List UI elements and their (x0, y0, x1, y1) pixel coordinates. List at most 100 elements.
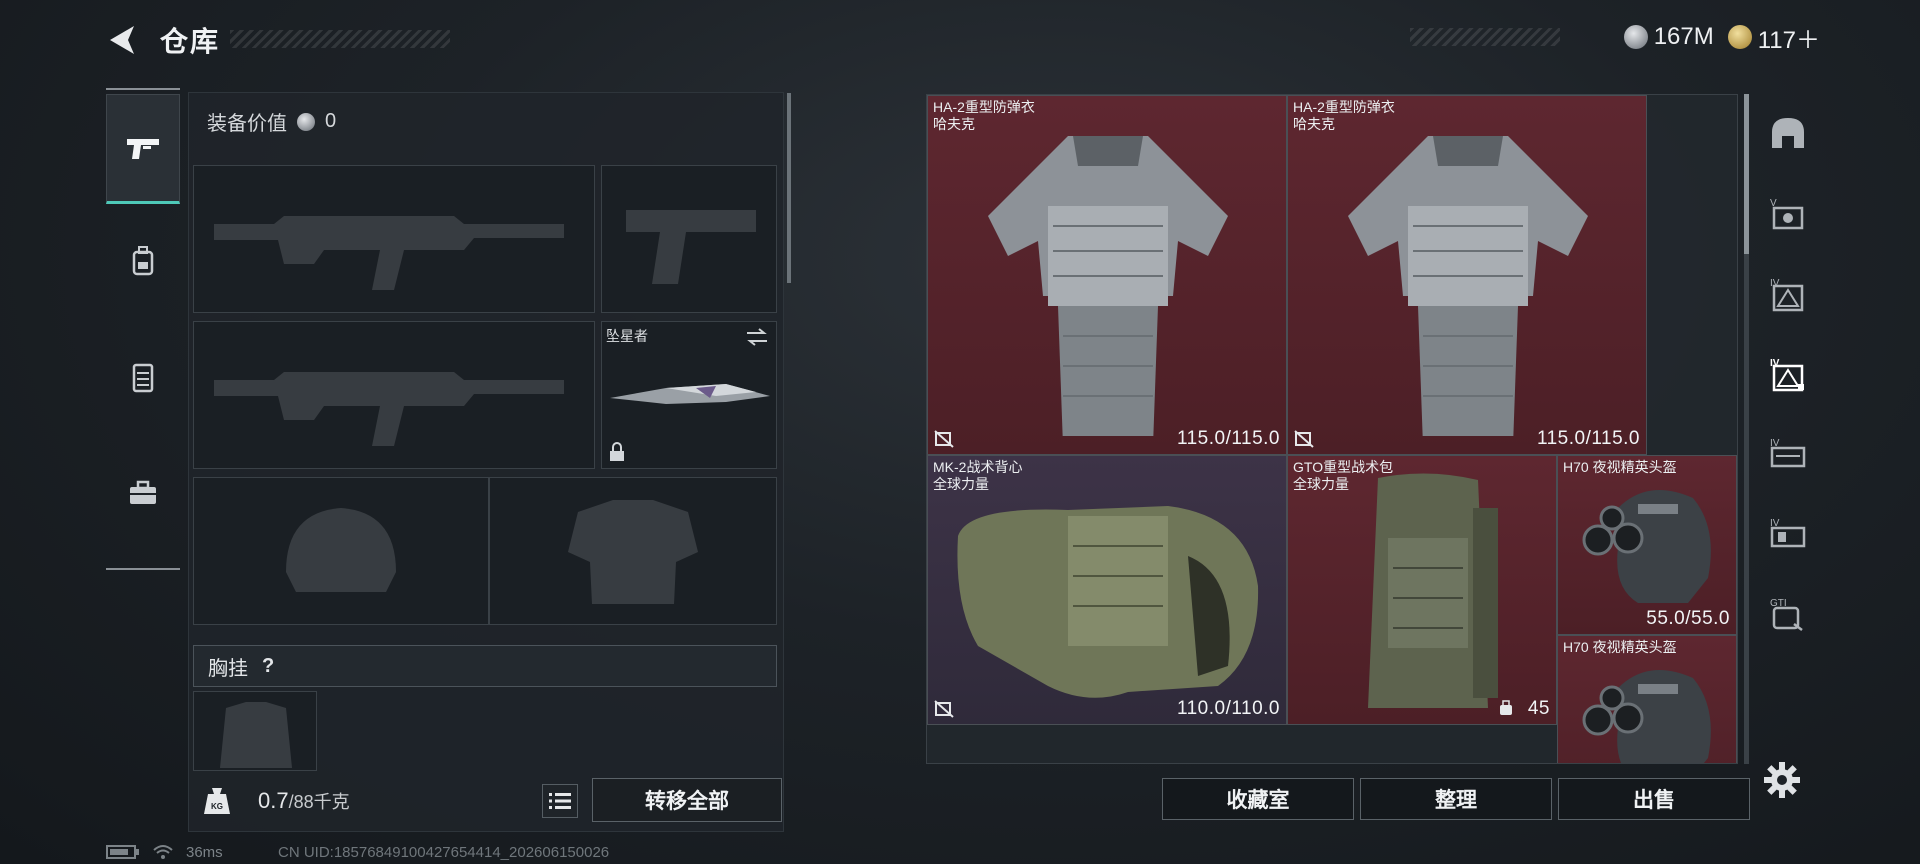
filter-rig-iv-2[interactable]: IV (1760, 494, 1816, 574)
filter-gti[interactable]: GTI (1760, 574, 1816, 654)
nav-item-backpack[interactable] (106, 206, 180, 316)
settings-button[interactable] (1762, 760, 1802, 800)
no-insure-icon (934, 700, 954, 718)
title-decoration (230, 30, 450, 48)
silver-coin-icon (297, 112, 315, 131)
equipment-category-nav (106, 88, 180, 570)
gear-icon (1764, 762, 1800, 798)
panel-scrollbar[interactable] (787, 93, 791, 283)
primary-weapon-slot-2[interactable] (193, 321, 595, 469)
storage-scrollbar-thumb[interactable] (1744, 94, 1749, 254)
chest-rig-placeholder-icon (220, 702, 292, 768)
weight-readout: 0.7/88千克 (258, 788, 350, 814)
melee-slot-label: 坠星者 (606, 328, 648, 344)
page-title: 仓库 (160, 26, 221, 57)
gold-currency[interactable]: 117＋ (1727, 20, 1820, 55)
no-insure-icon (1294, 430, 1314, 448)
pistol-icon (127, 139, 159, 159)
item-durability: 55.0/55.0 (1646, 608, 1730, 629)
nav-item-vest[interactable] (106, 322, 180, 432)
storage-filter-rail: V IV IV IV IV GTI (1760, 94, 1816, 766)
helmet-filter-icon (1772, 118, 1804, 148)
capacity-icon (1500, 700, 1512, 715)
silver-coin-icon (1623, 25, 1648, 49)
storage-item-backpack[interactable]: GTO重型战术包 全球力量 45 (1287, 455, 1557, 725)
list-icon (549, 793, 571, 809)
nav-item-toolbox[interactable] (106, 438, 180, 548)
storage-item-armor-1[interactable]: HA-2重型防弹衣 哈夫克 115.0/115.0 (927, 95, 1287, 455)
storage-item-tactical-vest[interactable]: MK-2战术背心 全球力量 110.0/110.0 (927, 455, 1287, 725)
lock-icon (610, 442, 624, 461)
armor-iv-selected-filter-icon: IV (1770, 358, 1804, 392)
rig-iv-filter-icon: IV (1770, 438, 1806, 468)
weight-max: /88千克 (288, 792, 350, 812)
sell-button[interactable]: 出售 (1558, 778, 1750, 820)
swap-icon[interactable] (744, 326, 770, 348)
filter-rig-iv[interactable]: IV (1760, 414, 1816, 494)
backpack-icon (132, 246, 154, 276)
chest-rig-label: 胸挂 (208, 657, 248, 680)
nav-item-weapons[interactable] (106, 94, 180, 204)
armor-iv-filter-icon: IV (1770, 278, 1804, 312)
list-view-button[interactable] (542, 784, 578, 818)
storage-item-nv-helmet-2[interactable]: H70 夜视精英头盔 (1557, 635, 1737, 763)
silver-currency-value: 167M (1653, 23, 1714, 50)
gold-coin-icon (1727, 25, 1752, 49)
battery-icon (106, 845, 139, 859)
heavy-armor-image (1348, 136, 1588, 436)
back-button[interactable] (104, 22, 144, 58)
equipment-value-label: 装备价值 (207, 113, 287, 135)
back-arrow-icon (110, 26, 134, 54)
armor-slot[interactable] (489, 477, 777, 625)
heavy-backpack-image (1368, 473, 1498, 708)
currency-bar: 167M 117＋ (1623, 20, 1820, 55)
toolbox-icon (130, 480, 156, 504)
filter-helmet[interactable] (1760, 94, 1816, 174)
armor-placeholder-icon (568, 500, 698, 604)
item-name: MK-2战术背心 全球力量 (933, 459, 1023, 492)
item-durability: 110.0/110.0 (1176, 698, 1280, 719)
storage-grid: HA-2重型防弹衣 哈夫克 115.0/115.0 HA-2重型防弹衣 哈夫克 (926, 94, 1738, 764)
help-icon[interactable]: ? (262, 655, 274, 678)
gti-filter-icon: GTI (1770, 598, 1803, 631)
equipment-value: 装备价值 0 (207, 107, 336, 136)
weight-bar: KG 0.7/88千克 转移全部 (188, 772, 784, 830)
silver-currency[interactable]: 167M (1623, 23, 1714, 51)
nv-helmet-image (1582, 490, 1711, 603)
filter-armor-iv-selected[interactable]: IV (1760, 334, 1816, 414)
primary-weapon-slot-1[interactable] (193, 165, 595, 313)
filter-armor-iv[interactable]: IV (1760, 254, 1816, 334)
organize-button[interactable]: 整理 (1360, 778, 1552, 820)
item-durability: 115.0/115.0 (1536, 428, 1640, 449)
weight-icon: KG (204, 788, 230, 814)
user-uid: CN UID:18576849100427654414_202606150026 (278, 844, 610, 861)
helmet-slot[interactable] (193, 477, 489, 625)
wifi-icon (153, 845, 173, 859)
tactical-vest-image (957, 506, 1259, 698)
currency-decoration (1410, 28, 1560, 46)
rifle-placeholder-icon (214, 372, 564, 446)
no-insure-icon (934, 430, 954, 448)
item-name: H70 夜视精英头盔 (1563, 639, 1677, 655)
transfer-all-button[interactable]: 转移全部 (592, 778, 782, 822)
weight-value: 0.7 (258, 788, 289, 813)
pistol-slot[interactable] (601, 165, 777, 313)
equipment-panel: 装备价值 0 坠星者 胸挂 ? (188, 92, 791, 832)
melee-slot[interactable]: 坠星者 (601, 321, 777, 469)
chest-rig-slot[interactable] (193, 691, 317, 771)
weight-icon-text: KG (211, 802, 223, 811)
collection-room-button[interactable]: 收藏室 (1162, 778, 1354, 820)
ping-value: 36ms (186, 843, 223, 861)
status-bar: 36ms (106, 842, 223, 862)
equipment-value-amount: 0 (325, 110, 337, 132)
armor-v-filter-icon: V (1770, 198, 1804, 230)
storage-item-armor-2[interactable]: HA-2重型防弹衣 哈夫克 115.0/115.0 (1287, 95, 1647, 455)
item-capacity: 45 (1527, 698, 1550, 719)
storage-item-nv-helmet-1[interactable]: H70 夜视精英头盔 55.0/55.0 (1557, 455, 1737, 635)
rig-iv-2-filter-icon: IV (1770, 518, 1806, 548)
filter-armor-v[interactable]: V (1760, 174, 1816, 254)
heavy-armor-image (988, 136, 1228, 436)
item-name: H70 夜视精英头盔 (1563, 459, 1677, 475)
item-durability: 115.0/115.0 (1176, 428, 1280, 449)
knife-item-icon (610, 384, 770, 404)
